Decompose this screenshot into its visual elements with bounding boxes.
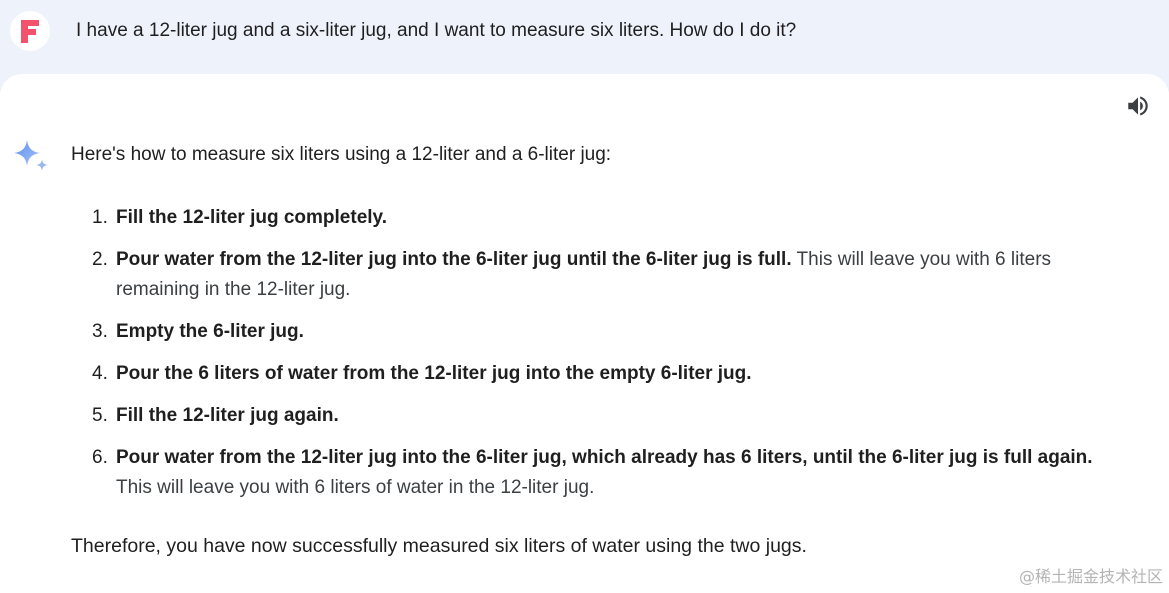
avatar-icon xyxy=(21,20,39,43)
list-item: 4. Pour the 6 liters of water from the 12… xyxy=(71,359,1111,389)
step-bold-text: Pour water from the 12-liter jug into th… xyxy=(116,249,792,270)
step-number: 6. xyxy=(92,447,108,468)
speaker-icon xyxy=(1128,96,1148,116)
step-text: This will leave you with 6 liters of wat… xyxy=(116,477,595,498)
step-number: 1. xyxy=(92,207,108,228)
step-number: 2. xyxy=(92,249,108,270)
watermark: @稀土掘金技术社区 xyxy=(1018,567,1163,586)
list-item: 1. Fill the 12-liter jug completely. xyxy=(71,203,1111,233)
step-number: 5. xyxy=(92,405,108,426)
steps-list: 1. Fill the 12-liter jug completely. 2. Po… xyxy=(71,203,1111,503)
response-intro: Here's how to measure six liters using a… xyxy=(71,144,612,165)
step-number: 3. xyxy=(92,321,108,342)
list-item: 5. Fill the 12-liter jug again. xyxy=(71,401,1111,431)
read-aloud-button[interactable] xyxy=(1124,92,1152,120)
user-avatar[interactable] xyxy=(10,11,50,51)
step-bold-text: Fill the 12-liter jug again. xyxy=(116,405,339,426)
user-prompt-text: I have a 12-liter jug and a six-liter ju… xyxy=(76,20,797,41)
list-item: 3. Empty the 6-liter jug. xyxy=(71,317,1111,347)
step-bold-text: Fill the 12-liter jug completely. xyxy=(116,207,387,228)
step-number: 4. xyxy=(92,363,108,384)
list-item: 6. Pour water from the 12-liter jug into … xyxy=(71,443,1111,503)
response-conclusion: Therefore, you have now successfully mea… xyxy=(71,535,807,557)
list-item: 2. Pour water from the 12-liter jug into … xyxy=(71,245,1111,305)
step-bold-text: Pour water from the 12-liter jug into th… xyxy=(116,447,1093,468)
sparkle-icon xyxy=(14,140,48,171)
step-bold-text: Pour the 6 liters of water from the 12-l… xyxy=(116,363,752,384)
step-bold-text: Empty the 6-liter jug. xyxy=(116,321,304,342)
